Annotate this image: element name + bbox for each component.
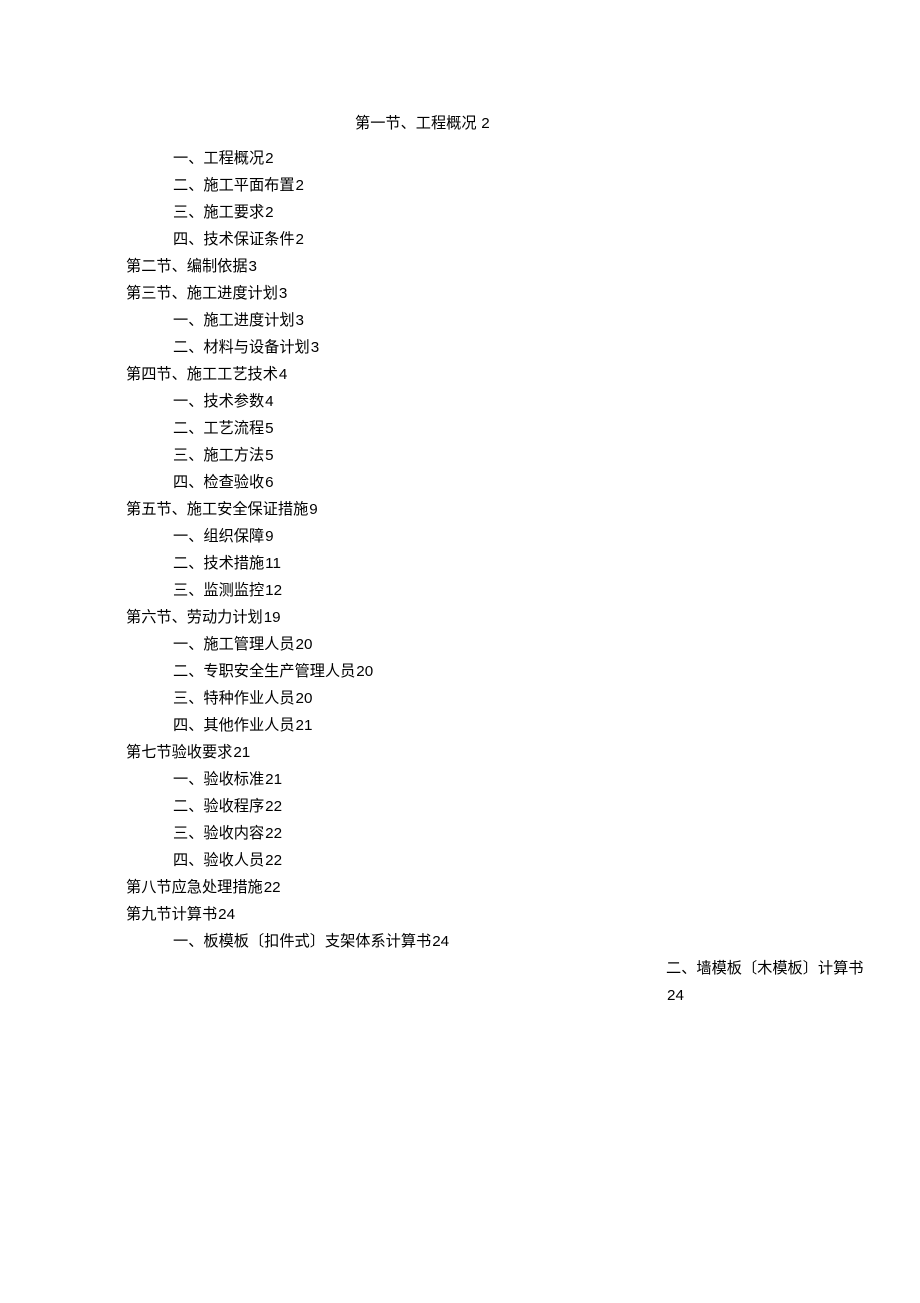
toc-entry: 二、施工平面布置2 (173, 172, 880, 199)
toc-entry: 三、特种作业人员20 (173, 685, 880, 712)
toc-entry-text: 四、验收人员 (173, 852, 264, 869)
toc-entry-page: 22 (264, 879, 281, 896)
toc-entry-page: 24 (432, 933, 449, 950)
toc-entry: 三、验收内容22 (173, 820, 880, 847)
toc-title-page: 2 (481, 115, 489, 132)
document-page: 第一节、工程概况 2 一、工程概况2二、施工平面布置2三、施工要求2四、技术保证… (0, 0, 920, 1009)
toc-entry-text: 一、施工进度计划 (173, 312, 295, 329)
toc-entry: 一、验收标准21 (173, 766, 880, 793)
toc-title-text: 第一节、工程概况 (355, 115, 477, 132)
toc-entry-text: 一、工程概况 (173, 150, 264, 167)
toc-entry-text: 第九节计算书 (126, 906, 217, 923)
toc-entry-page: 21 (233, 744, 250, 761)
toc-entry-text: 第八节应急处理措施 (126, 879, 263, 896)
toc-entry-text: 二、材料与设备计划 (173, 339, 310, 356)
toc-entry: 二、材料与设备计划3 (173, 334, 880, 361)
toc-entry-page: 2 (265, 150, 273, 167)
toc-entry-page: 4 (279, 366, 287, 383)
toc-entry: 第九节计算书24 (126, 901, 880, 928)
toc-entry: 第七节验收要求21 (126, 739, 880, 766)
toc-entry-page: 2 (296, 177, 304, 194)
toc-entry-text: 二、工艺流程 (173, 420, 264, 437)
toc-entry-page: 2 (265, 204, 273, 221)
toc-entry: 第六节、劳动力计划19 (126, 604, 880, 631)
toc-entry: 三、监测监控12 (173, 577, 880, 604)
toc-entry: 四、检查验收6 (173, 469, 880, 496)
toc-entry-text: 第七节验收要求 (126, 744, 232, 761)
toc-entry: 第五节、施工安全保证措施9 (126, 496, 880, 523)
toc-entry-text: 三、施工方法 (173, 447, 264, 464)
toc-entry: 第四节、施工工艺技术4 (126, 361, 880, 388)
toc-entry-page: 9 (309, 501, 317, 518)
toc-entry-text: 第三节、施工进度计划 (126, 285, 278, 302)
toc-entry: 一、工程概况2 (173, 145, 880, 172)
toc-entry-page: 24 (218, 906, 235, 923)
toc-entry-page: 19 (264, 609, 281, 626)
toc-entry-page: 3 (311, 339, 319, 356)
toc-entry-text: 第四节、施工工艺技术 (126, 366, 278, 383)
toc-entry-text: 一、施工管理人员 (173, 636, 295, 653)
toc-entry-page: 21 (296, 717, 313, 734)
toc-entry-text: 四、其他作业人员 (173, 717, 295, 734)
toc-entry-text: 第五节、施工安全保证措施 (126, 501, 308, 518)
toc-entry-text: 二、专职安全生产管理人员 (173, 663, 355, 680)
toc-entry: 一、组织保障9 (173, 523, 880, 550)
toc-entry: 二、专职安全生产管理人员20 (173, 658, 880, 685)
toc-entry-page: 4 (265, 393, 273, 410)
toc-entry: 三、施工方法5 (173, 442, 880, 469)
toc-entry: 二、墙模板〔木模板〕计算书 24 (666, 955, 880, 1009)
toc-entry: 第八节应急处理措施22 (126, 874, 880, 901)
toc-entry-page: 9 (265, 528, 273, 545)
toc-entry-text: 二、墙模板〔木模板〕计算书 (666, 960, 863, 977)
toc-entry-text: 一、验收标准 (173, 771, 264, 788)
toc-entry-page: 5 (265, 447, 273, 464)
toc-entry: 四、技术保证条件2 (173, 226, 880, 253)
toc-entry-text: 一、板模板〔扣件式〕支架体系计算书 (173, 933, 431, 950)
toc-entry: 一、板模板〔扣件式〕支架体系计算书24 (173, 928, 880, 955)
toc-entry: 一、施工进度计划3 (173, 307, 880, 334)
toc-body: 一、工程概况2二、施工平面布置2三、施工要求2四、技术保证条件2第二节、编制依据… (126, 145, 880, 1009)
toc-entry-text: 一、组织保障 (173, 528, 264, 545)
toc-entry-page: 20 (296, 690, 313, 707)
toc-entry: 四、验收人员22 (173, 847, 880, 874)
toc-entry: 二、工艺流程5 (173, 415, 880, 442)
toc-entry: 一、施工管理人员20 (173, 631, 880, 658)
toc-entry-page: 22 (265, 825, 282, 842)
toc-entry-page: 12 (265, 582, 282, 599)
toc-entry-page: 20 (296, 636, 313, 653)
toc-entry: 四、其他作业人员21 (173, 712, 880, 739)
toc-entry-page: 24 (667, 987, 684, 1004)
toc-entry: 第三节、施工进度计划3 (126, 280, 880, 307)
toc-entry-page: 22 (265, 798, 282, 815)
toc-entry-page: 3 (279, 285, 287, 302)
toc-entry-text: 二、技术措施 (173, 555, 264, 572)
toc-entry-text: 三、验收内容 (173, 825, 264, 842)
toc-entry-text: 二、验收程序 (173, 798, 264, 815)
toc-entry-page: 20 (356, 663, 373, 680)
toc-entry-text: 三、特种作业人员 (173, 690, 295, 707)
toc-entry-page: 11 (265, 555, 281, 572)
toc-entry-text: 第六节、劳动力计划 (126, 609, 263, 626)
toc-entry-page: 3 (296, 312, 304, 329)
toc-entry-page: 3 (249, 258, 257, 275)
toc-entry-page: 6 (265, 474, 273, 491)
toc-title-line: 第一节、工程概况 2 (355, 110, 880, 137)
toc-entry-text: 四、技术保证条件 (173, 231, 295, 248)
toc-entry-page: 5 (265, 420, 273, 437)
toc-entry: 第二节、编制依据3 (126, 253, 880, 280)
toc-entry-text: 四、检查验收 (173, 474, 264, 491)
toc-entry-text: 第二节、编制依据 (126, 258, 248, 275)
toc-entry-page: 22 (265, 852, 282, 869)
toc-entry-page: 21 (265, 771, 282, 788)
toc-entry-text: 一、技术参数 (173, 393, 264, 410)
toc-entry-text: 三、监测监控 (173, 582, 264, 599)
toc-entry-page: 2 (296, 231, 304, 248)
toc-entry: 二、验收程序22 (173, 793, 880, 820)
toc-entry: 一、技术参数4 (173, 388, 880, 415)
toc-entry-text: 三、施工要求 (173, 204, 264, 221)
toc-entry-text: 二、施工平面布置 (173, 177, 295, 194)
toc-entry: 二、技术措施11 (173, 550, 880, 577)
toc-entry: 三、施工要求2 (173, 199, 880, 226)
